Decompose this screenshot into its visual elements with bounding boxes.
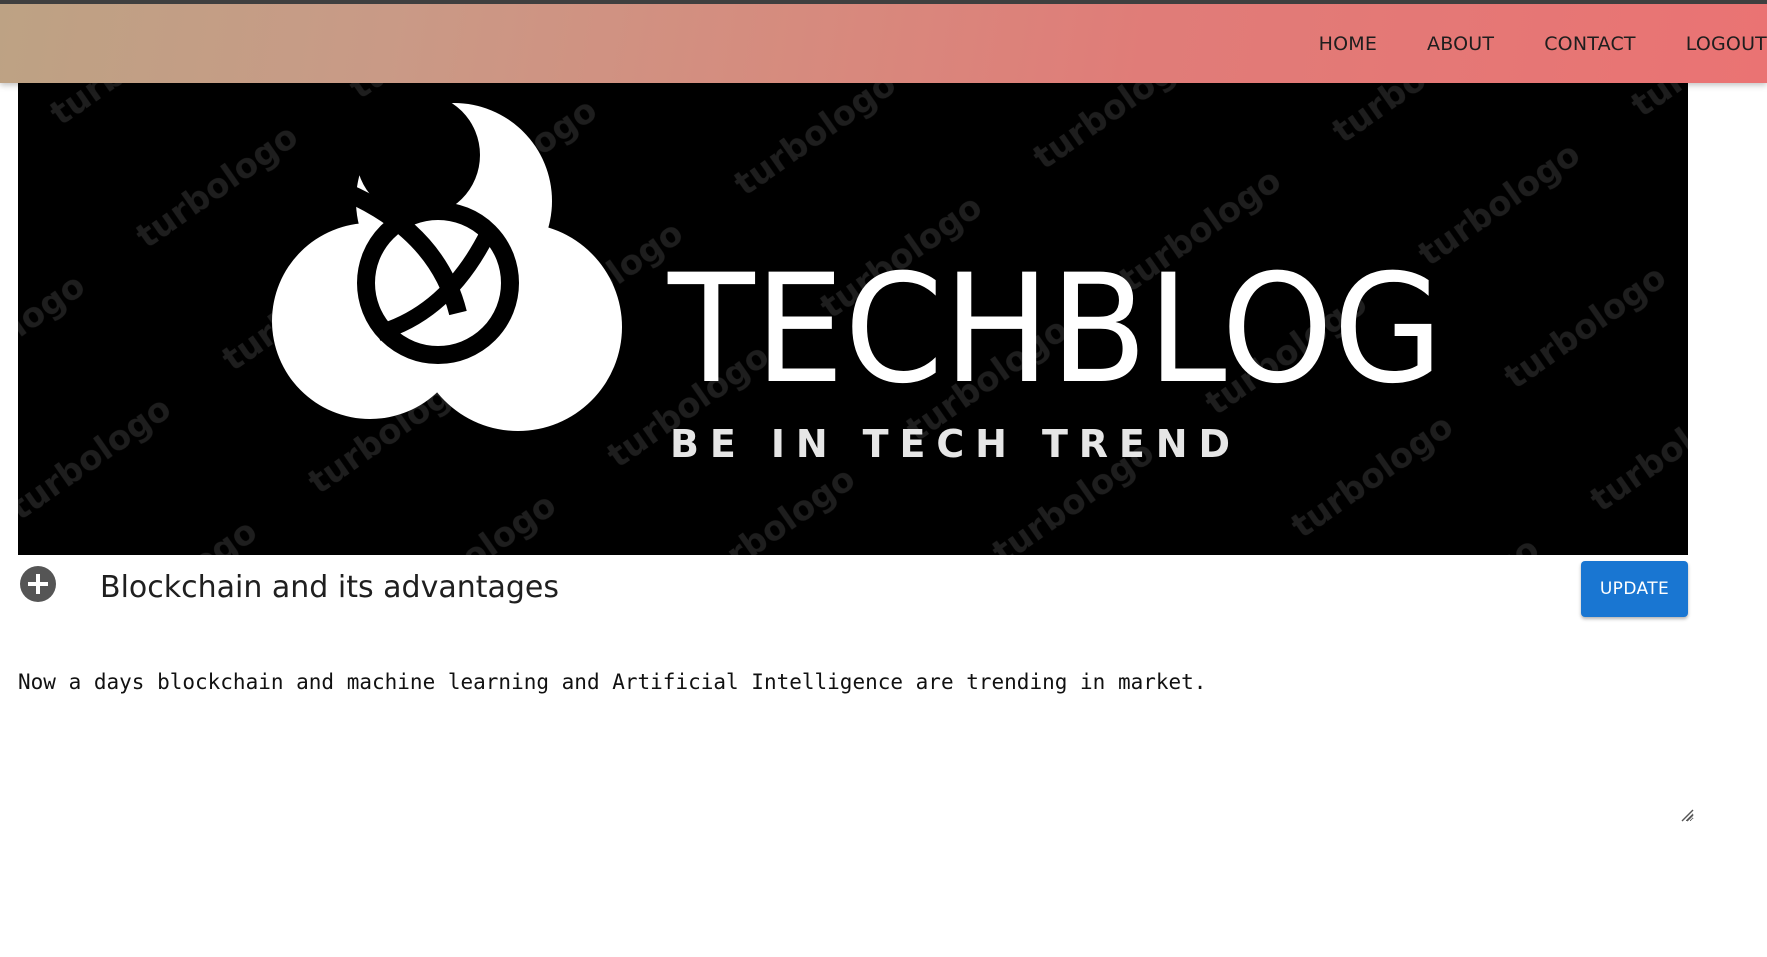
- post-title: Blockchain and its advantages: [100, 570, 560, 605]
- main-nav: HOME ABOUT CONTACT LOGOUT: [1319, 4, 1767, 83]
- brand-title: TECHBLOG: [667, 243, 1443, 417]
- update-button[interactable]: UPDATE: [1581, 561, 1688, 617]
- resize-handle-icon[interactable]: [1680, 808, 1694, 822]
- nav-contact-link[interactable]: CONTACT: [1544, 33, 1636, 55]
- plus-circle-icon[interactable]: [20, 566, 56, 602]
- post-header: Blockchain and its advantages UPDATE: [18, 560, 1688, 620]
- nav-logout-link[interactable]: LOGOUT: [1686, 33, 1767, 55]
- banner-graphic: turbologo TECHBLOG BE IN TECH TREND: [18, 83, 1688, 555]
- nav-about-link[interactable]: ABOUT: [1427, 33, 1494, 55]
- post-content-textarea[interactable]: Now a days blockchain and machine learni…: [18, 670, 1694, 822]
- nav-home-link[interactable]: HOME: [1319, 33, 1377, 55]
- top-navbar: HOME ABOUT CONTACT LOGOUT: [0, 0, 1767, 83]
- techblog-banner-image: turbologo TECHBLOG BE IN TECH TREND: [18, 83, 1688, 555]
